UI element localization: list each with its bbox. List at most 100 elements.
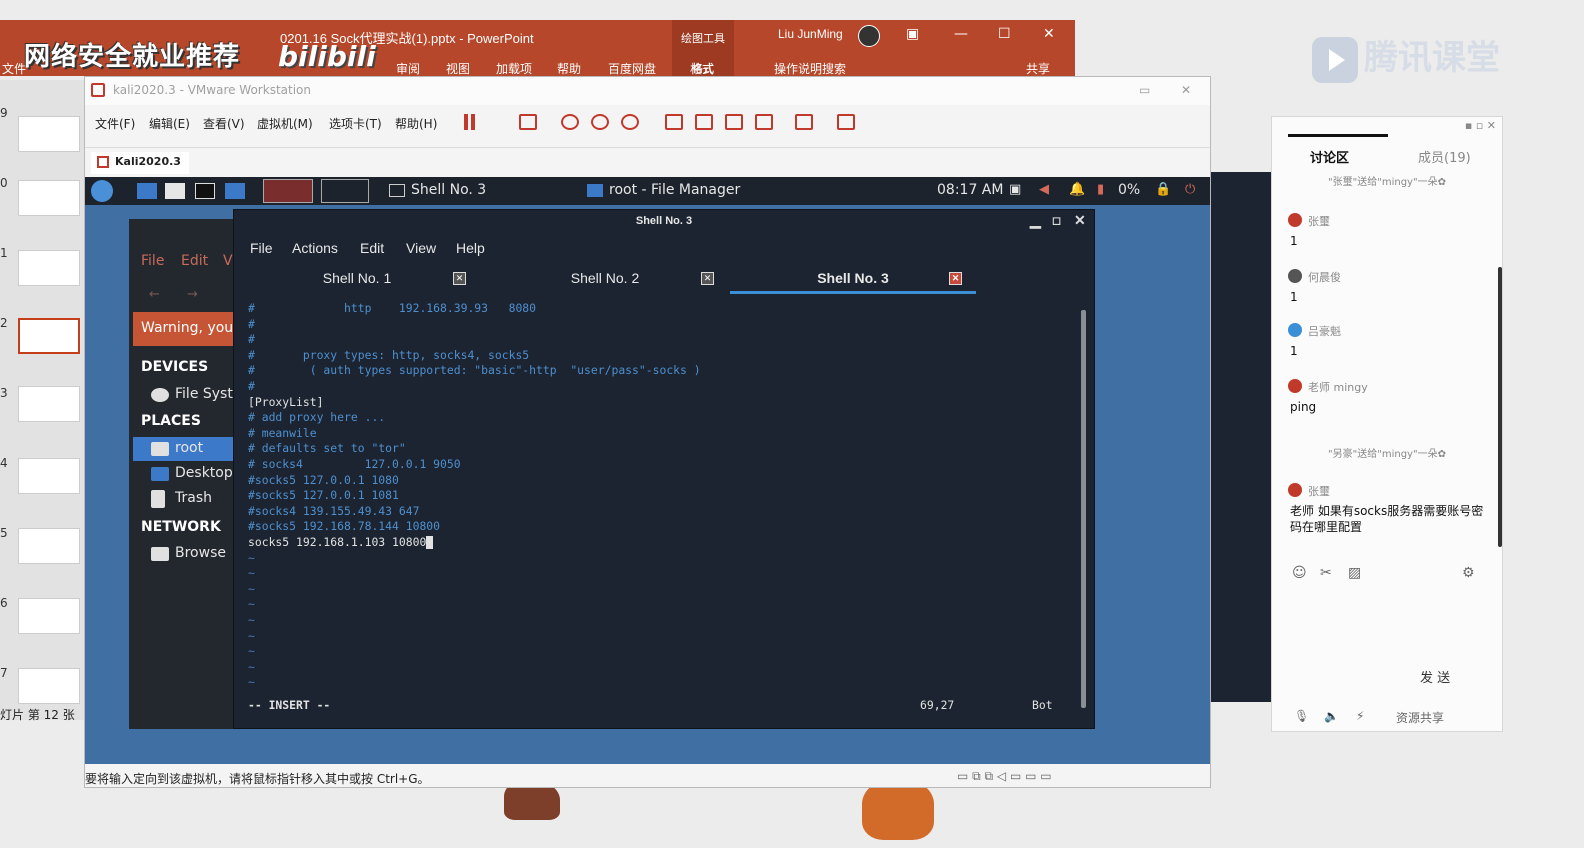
fm-menu-view[interactable]: V (223, 253, 233, 269)
unity-icon[interactable] (755, 114, 773, 130)
workspace-1-icon[interactable] (263, 179, 313, 203)
notification-bell-icon[interactable]: 🔔 (1069, 182, 1085, 197)
close-icon[interactable]: ✕ (1181, 83, 1191, 97)
minimize-icon[interactable]: ▁ (1030, 212, 1041, 229)
slide-thumbnail[interactable] (18, 458, 80, 494)
slide-thumbnail[interactable] (18, 598, 80, 634)
forward-arrow-icon[interactable]: → (187, 287, 198, 302)
menu-vm[interactable]: 虚拟机(M) (257, 115, 313, 132)
slide-thumbnail[interactable] (18, 180, 80, 216)
send-button[interactable]: 发 送 (1420, 667, 1450, 686)
slide-thumbnail[interactable] (18, 116, 80, 152)
close-icon[interactable]: ✕ (1074, 212, 1086, 229)
user-avatar-icon (1288, 379, 1302, 393)
snapshot-manager-icon[interactable] (621, 114, 639, 130)
menu-tabs[interactable]: 选项卡(T) (329, 115, 382, 132)
kali-menu-icon[interactable] (91, 180, 113, 202)
ribbon-help[interactable]: 帮助 (557, 60, 581, 77)
menu-view[interactable]: 查看(V) (203, 115, 245, 132)
slide-thumbnail[interactable] (18, 250, 80, 286)
slide-thumbnail[interactable] (18, 668, 80, 704)
chat-scrollbar[interactable] (1498, 267, 1502, 547)
ribbon-addins[interactable]: 加载项 (496, 60, 532, 77)
ribbon-share[interactable]: 共享 (1026, 60, 1050, 77)
revert-snapshot-icon[interactable] (591, 114, 609, 130)
workspace-2-icon[interactable] (321, 179, 369, 203)
ribbon-view[interactable]: 视图 (446, 60, 470, 77)
power-icon[interactable]: ⏻ (1185, 182, 1195, 197)
send-keys-icon[interactable] (519, 114, 537, 130)
tab-shell-2[interactable]: Shell No. 2 ✕ (482, 266, 728, 294)
ribbon-file[interactable]: 文件 (2, 60, 26, 77)
ribbon-review[interactable]: 审阅 (396, 60, 420, 77)
maximize-icon[interactable]: ◻ (1052, 214, 1061, 227)
ribbon-format[interactable]: 格式 (690, 60, 714, 77)
clock[interactable]: 08:17 AM (937, 182, 1003, 198)
vm-icon (97, 156, 109, 168)
device-icons[interactable]: ▭ ⧉ ⧉ ◁ ▭ ▭ ▭ (957, 769, 1052, 784)
panel-window-buttons[interactable]: ▪ ▫ ✕ (1465, 119, 1496, 132)
vm-screen[interactable]: Shell No. 3 root - File Manager 08:17 AM… (85, 177, 1210, 764)
back-arrow-icon[interactable]: ← (149, 287, 160, 302)
slide-number: 3 (0, 386, 8, 400)
term-menu-view[interactable]: View (406, 240, 436, 256)
tab-discussion[interactable]: 讨论区 (1310, 147, 1349, 166)
slide-thumbnail[interactable] (18, 386, 80, 422)
file-manager-icon[interactable] (165, 183, 185, 199)
close-tab-icon[interactable]: ✕ (701, 272, 714, 285)
system-message: "另豪"送给"mingy"一朵✿ (1328, 449, 1446, 460)
taskbar-file-manager[interactable]: root - File Manager (581, 179, 740, 203)
resource-share-link[interactable]: 资源共享 (1396, 709, 1444, 726)
slide-thumbnail-selected[interactable] (18, 318, 80, 354)
maximize-icon[interactable]: ☐ (998, 26, 1011, 42)
term-menu-edit[interactable]: Edit (360, 240, 384, 256)
thumbnail-icon[interactable] (695, 114, 713, 130)
lock-icon[interactable]: 🔒 (1155, 182, 1171, 197)
speaker-icon[interactable]: 🔈 (1324, 709, 1339, 723)
menu-file[interactable]: 文件(F) (95, 115, 135, 132)
term-menu-help[interactable]: Help (456, 240, 485, 256)
fm-menu-file[interactable]: File (141, 253, 164, 269)
tab-shell-1[interactable]: Shell No. 1 ✕ (234, 266, 480, 294)
scissors-icon[interactable]: ✂ (1320, 565, 1332, 581)
snapshot-icon[interactable] (561, 114, 579, 130)
browser-icon[interactable] (225, 183, 245, 199)
menu-help[interactable]: 帮助(H) (395, 115, 437, 132)
ribbon-baidu[interactable]: 百度网盘 (608, 60, 656, 77)
pause-icon[interactable] (461, 114, 479, 130)
taskbar-shell[interactable]: Shell No. 3 (383, 179, 486, 203)
close-tab-icon[interactable]: ✕ (453, 272, 466, 285)
terminal-output[interactable]: # http 192.168.39.93 8080 # # # proxy types… (248, 300, 1068, 720)
fullscreen-icon[interactable] (725, 114, 743, 130)
terminal-icon[interactable] (195, 183, 215, 199)
show-desktop-icon[interactable] (137, 183, 157, 199)
minimize-icon[interactable]: — (954, 26, 968, 42)
vm-tab-kali[interactable]: Kali2020.3 (91, 152, 189, 174)
settings-icon[interactable]: ⚙ (1462, 565, 1475, 581)
stretch-icon[interactable] (837, 114, 855, 130)
console-icon[interactable] (795, 114, 813, 130)
menu-edit[interactable]: 编辑(E) (149, 115, 190, 132)
terminal-line: # defaults set to "tor" (248, 441, 406, 456)
term-menu-actions[interactable]: Actions (292, 240, 338, 256)
close-icon[interactable]: ✕ (1043, 26, 1055, 42)
close-tab-icon[interactable]: ✕ (949, 272, 962, 285)
emoji-icon[interactable]: ☺ (1292, 565, 1307, 581)
mute-icon[interactable]: ⚡ (1356, 709, 1364, 723)
ribbon-search[interactable]: 操作说明搜索 (774, 60, 846, 77)
tab-members[interactable]: 成员(19) (1418, 147, 1471, 166)
ribbon-display-icon[interactable]: ▣ (906, 26, 919, 42)
terminal-scrollbar[interactable] (1081, 310, 1086, 708)
library-icon[interactable] (665, 114, 683, 130)
display-icon[interactable]: ▣ (1009, 182, 1021, 197)
tab-shell-3[interactable]: Shell No. 3 ✕ (730, 266, 976, 294)
image-icon[interactable]: ▨ (1348, 565, 1361, 581)
vmware-titlebar: kali2020.3 - VMware Workstation ▭ ✕ (85, 77, 1210, 105)
slide-thumbnail[interactable] (18, 528, 80, 564)
battery-icon[interactable]: ▮ (1097, 182, 1104, 197)
term-menu-file[interactable]: File (250, 240, 273, 256)
minimize-icon[interactable]: ▭ (1139, 83, 1150, 97)
microphone-icon[interactable]: 🎙 (1294, 709, 1309, 723)
volume-icon[interactable]: ◀ (1039, 182, 1049, 197)
fm-menu-edit[interactable]: Edit (181, 253, 208, 269)
